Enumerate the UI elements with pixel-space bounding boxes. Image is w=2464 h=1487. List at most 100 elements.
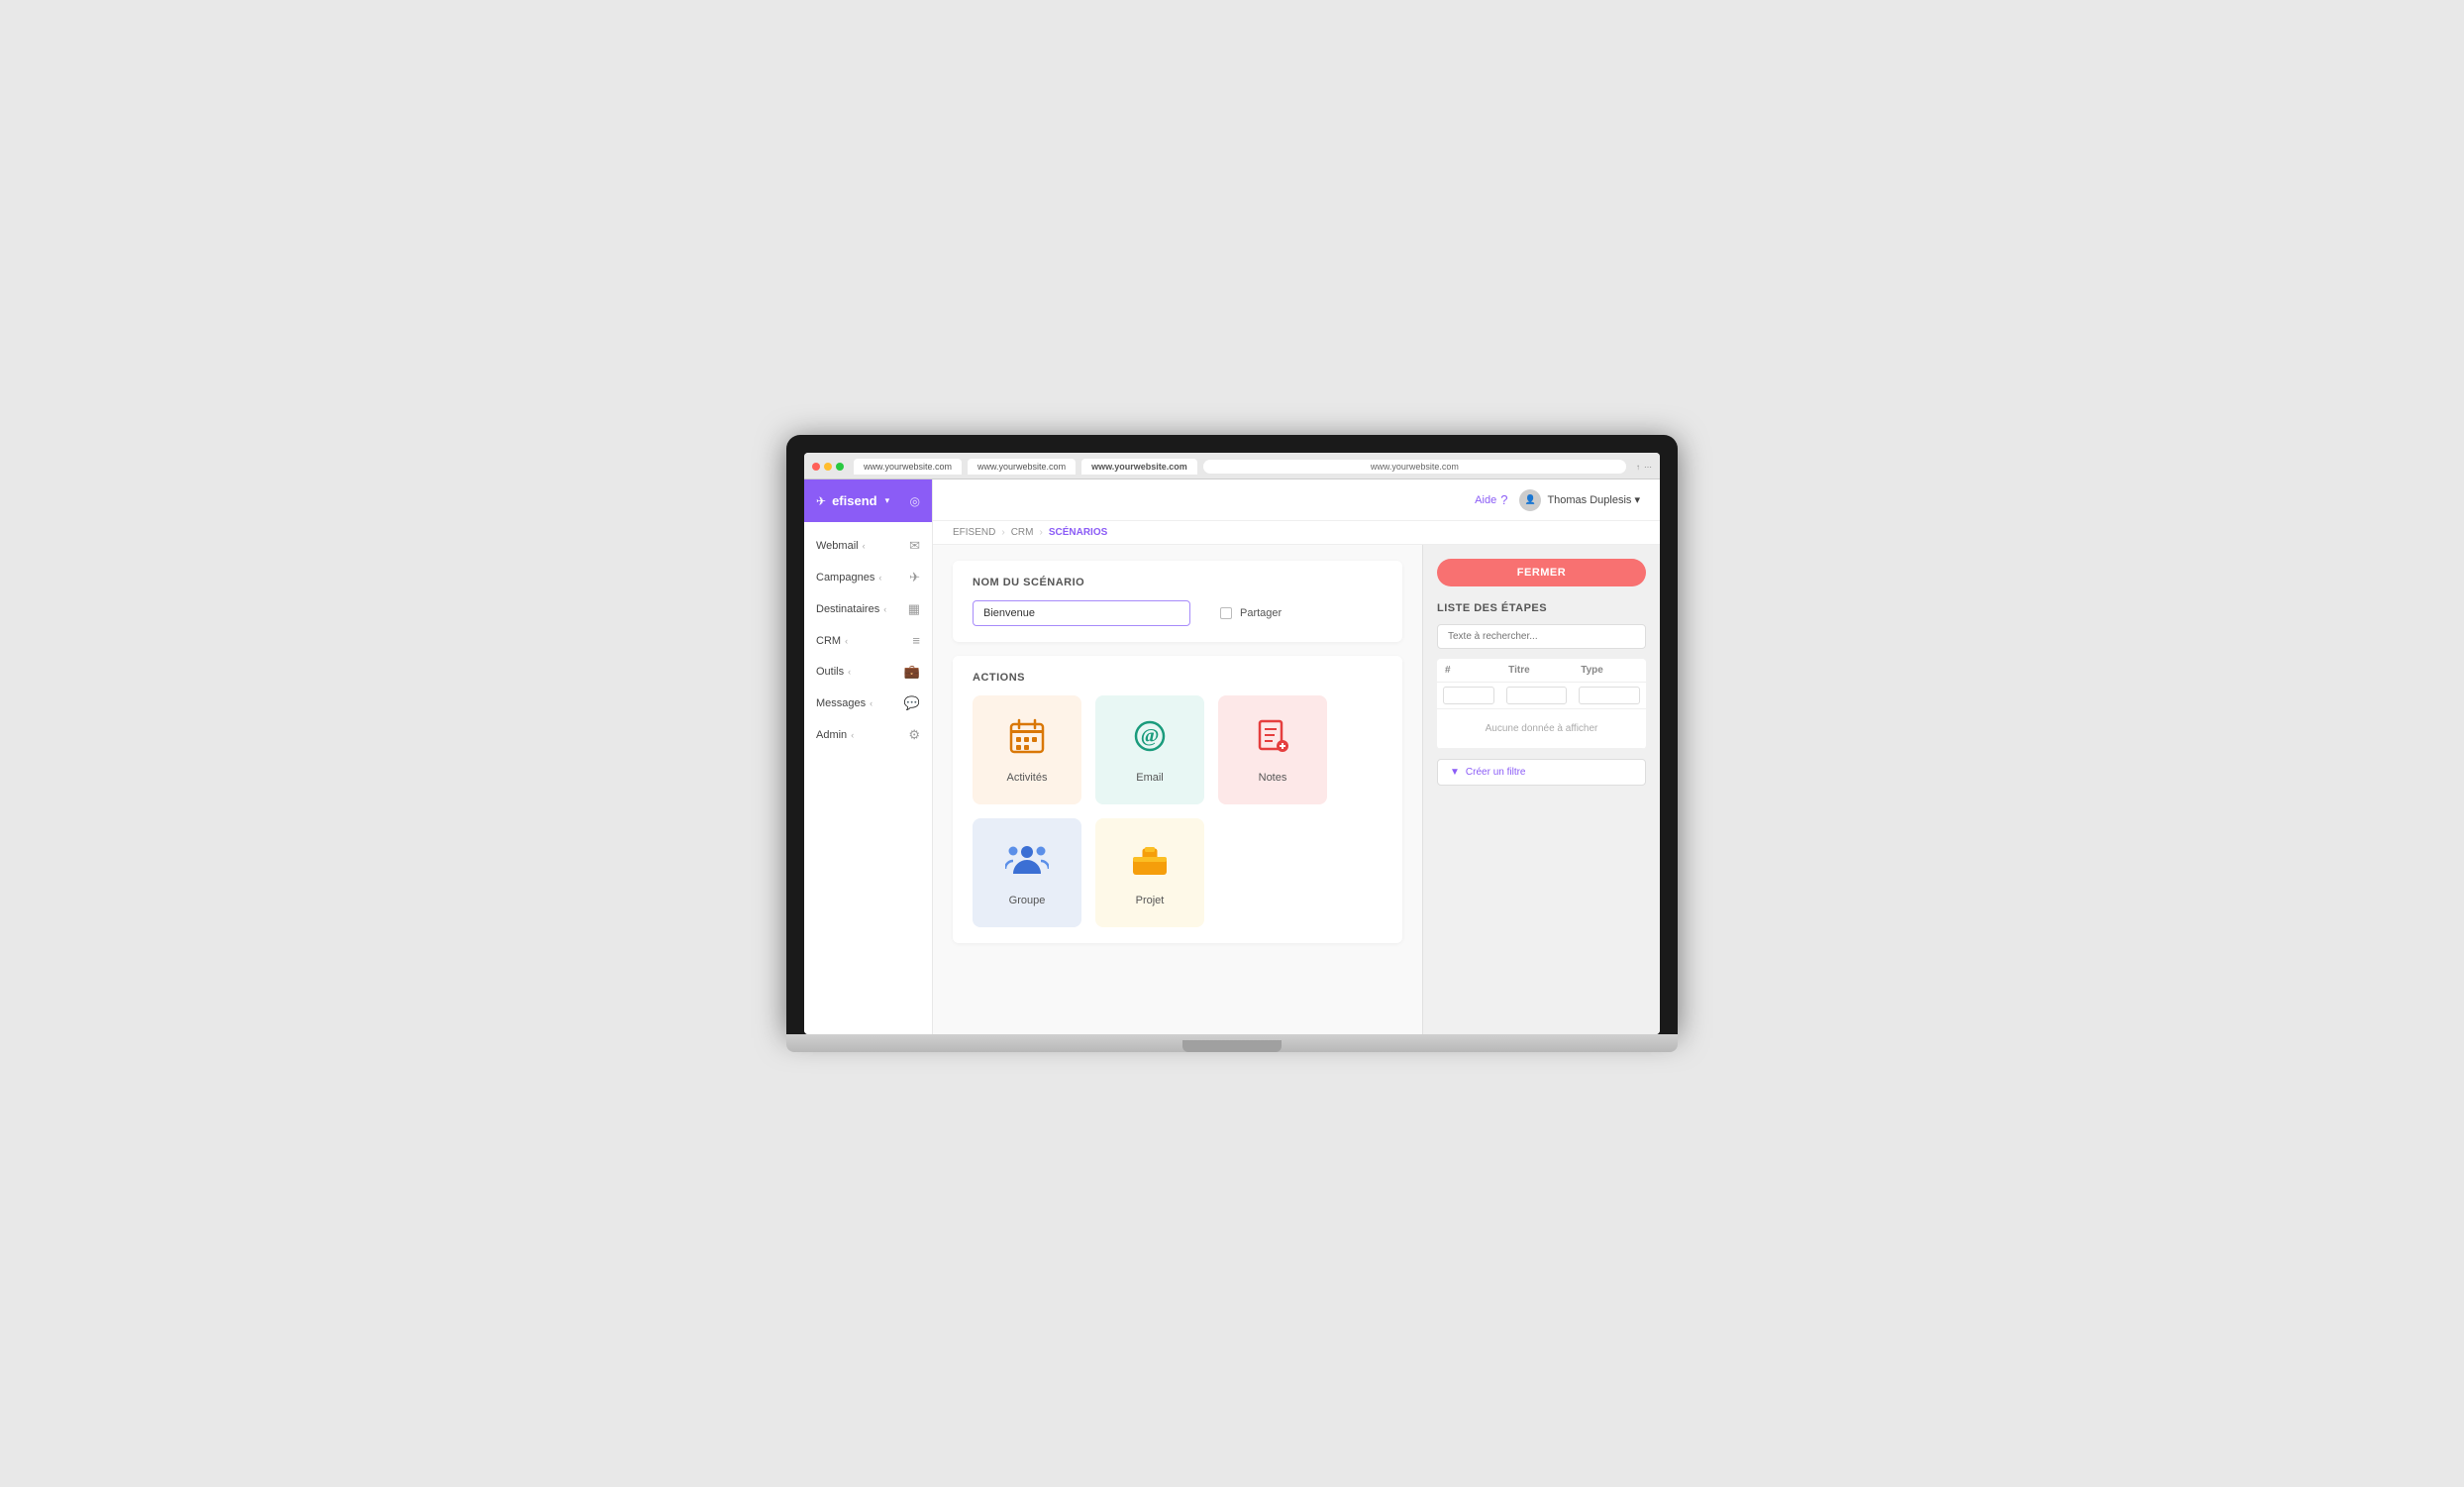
fermer-button[interactable]: FERMER: [1437, 559, 1646, 586]
notes-icon: [1253, 716, 1292, 764]
destinataires-arrow: ‹: [883, 604, 886, 614]
sidebar-item-crm[interactable]: CRM ‹ ≡: [804, 625, 932, 656]
outils-arrow: ‹: [848, 667, 851, 677]
laptop-shell: www.yourwebsite.com www.yourwebsite.com …: [786, 435, 1678, 1052]
groupe-label: Groupe: [1009, 895, 1046, 906]
groupe-icon: [1005, 839, 1049, 887]
maximize-dot[interactable]: [836, 463, 844, 471]
filter-titre[interactable]: [1506, 687, 1567, 704]
filter-hash[interactable]: [1443, 687, 1494, 704]
close-dot[interactable]: [812, 463, 820, 471]
user-name[interactable]: Thomas Duplesis ▾: [1547, 493, 1640, 506]
activites-icon: [1007, 716, 1047, 764]
actions-section-title: ACTIONS: [973, 672, 1383, 684]
topbar: Aide ? 👤 Thomas Duplesis ▾: [933, 479, 1660, 521]
email-icon: @: [1130, 716, 1170, 764]
breadcrumb-scenarios: SCÉNARIOS: [1049, 527, 1107, 538]
activites-label: Activités: [1007, 772, 1048, 784]
laptop-screen: www.yourwebsite.com www.yourwebsite.com …: [804, 453, 1660, 1034]
window-controls: [812, 463, 844, 471]
actions-card: ACTIONS: [953, 656, 1402, 943]
action-card-notes[interactable]: Notes: [1218, 695, 1327, 804]
laptop-notch: [1182, 1040, 1282, 1052]
sidebar-logo-text: efisend: [832, 493, 877, 508]
action-card-projet[interactable]: Projet: [1095, 818, 1204, 927]
scenario-name-input[interactable]: [973, 600, 1190, 626]
browser-tab-2[interactable]: www.yourwebsite.com: [968, 459, 1076, 475]
share-icon[interactable]: ↑: [1636, 463, 1640, 472]
table-filter-row: [1437, 683, 1646, 709]
webmail-arrow: ‹: [863, 541, 866, 551]
svg-text:@: @: [1141, 725, 1160, 747]
partager-checkbox[interactable]: [1220, 607, 1232, 619]
search-etapes-input[interactable]: [1437, 624, 1646, 649]
email-label: Email: [1136, 772, 1164, 784]
sidebar-item-campagnes[interactable]: Campagnes ‹ ✈: [804, 562, 932, 593]
breadcrumb-sep-1: ›: [1001, 527, 1004, 538]
col-type: Type: [1573, 659, 1646, 683]
partager-row: Partager: [1220, 607, 1282, 619]
no-data-row: Aucune donnée à afficher: [1437, 709, 1646, 749]
partager-label: Partager: [1240, 607, 1282, 619]
breadcrumb-crm[interactable]: CRM: [1011, 527, 1034, 538]
sidebar-item-messages[interactable]: Messages ‹ 💬: [804, 688, 932, 719]
col-hash: #: [1437, 659, 1500, 683]
sidebar: ✈ efisend ▾ ◎ Webmail ‹ ✉: [804, 479, 933, 1034]
action-card-email[interactable]: @ Email: [1095, 695, 1204, 804]
right-panel: FERMER LISTE DES ÉTAPES # Titre Type: [1422, 545, 1660, 1034]
main-area: NOM DU SCÉNARIO Partager: [933, 545, 1660, 1034]
etapes-table: # Titre Type: [1437, 659, 1646, 749]
sidebar-header: ✈ efisend ▾ ◎: [804, 479, 932, 522]
creer-filtre-button[interactable]: ▼ Créer un filtre: [1437, 759, 1646, 786]
laptop-base: [786, 1034, 1678, 1052]
browser-tab-3[interactable]: www.yourwebsite.com: [1081, 459, 1197, 475]
minimize-dot[interactable]: [824, 463, 832, 471]
destinataires-icon: ▦: [908, 601, 920, 617]
screen-bezel: www.yourwebsite.com www.yourwebsite.com …: [786, 435, 1678, 1034]
sidebar-item-webmail[interactable]: Webmail ‹ ✉: [804, 530, 932, 562]
no-data-message: Aucune donnée à afficher: [1437, 709, 1646, 749]
user-avatar: 👤: [1519, 489, 1541, 511]
efisend-logo-icon: ✈: [816, 494, 826, 508]
address-bar[interactable]: www.yourwebsite.com: [1203, 460, 1626, 474]
filter-type[interactable]: [1579, 687, 1640, 704]
breadcrumb-efisend[interactable]: EFISEND: [953, 527, 995, 538]
admin-arrow: ‹: [851, 730, 854, 740]
sidebar-settings-icon[interactable]: ◎: [910, 494, 920, 508]
col-titre: Titre: [1500, 659, 1573, 683]
outils-icon: 💼: [904, 664, 920, 680]
webmail-icon: ✉: [909, 538, 920, 554]
messages-icon: 💬: [904, 695, 920, 711]
browser-action-icons: ↑ ⋯: [1636, 463, 1652, 472]
messages-arrow: ‹: [870, 698, 873, 708]
sidebar-item-destinataires[interactable]: Destinataires ‹ ▦: [804, 593, 932, 625]
app-container: ✈ efisend ▾ ◎ Webmail ‹ ✉: [804, 479, 1660, 1034]
etapes-section-title: LISTE DES ÉTAPES: [1437, 602, 1646, 614]
projet-icon: [1130, 839, 1170, 887]
projet-label: Projet: [1136, 895, 1165, 906]
admin-icon: ⚙: [908, 727, 920, 743]
sidebar-item-admin[interactable]: Admin ‹ ⚙: [804, 719, 932, 751]
breadcrumb: EFISEND › CRM › SCÉNARIOS: [933, 521, 1660, 545]
scenario-name-row: Partager: [973, 600, 1383, 626]
notes-label: Notes: [1259, 772, 1287, 784]
help-label[interactable]: Aide: [1475, 494, 1496, 506]
campagnes-icon: ✈: [909, 570, 920, 585]
sidebar-item-outils[interactable]: Outils ‹ 💼: [804, 656, 932, 688]
logo-dropdown-icon[interactable]: ▾: [885, 495, 890, 506]
actions-grid: Activités @: [973, 695, 1383, 927]
crm-arrow: ‹: [845, 636, 848, 646]
more-icon[interactable]: ⋯: [1644, 463, 1652, 472]
scenario-section-title: NOM DU SCÉNARIO: [973, 577, 1383, 588]
help-question-icon[interactable]: ?: [1500, 492, 1507, 507]
browser-chrome: www.yourwebsite.com www.yourwebsite.com …: [804, 453, 1660, 479]
breadcrumb-sep-2: ›: [1039, 527, 1042, 538]
sidebar-nav: Webmail ‹ ✉ Campagnes ‹ ✈: [804, 522, 932, 1034]
filter-icon: ▼: [1450, 767, 1460, 778]
content-panel: NOM DU SCÉNARIO Partager: [933, 545, 1422, 1034]
table-header-row: # Titre Type: [1437, 659, 1646, 683]
browser-tab-1[interactable]: www.yourwebsite.com: [854, 459, 962, 475]
crm-icon: ≡: [912, 633, 920, 648]
action-card-activites[interactable]: Activités: [973, 695, 1081, 804]
action-card-groupe[interactable]: Groupe: [973, 818, 1081, 927]
